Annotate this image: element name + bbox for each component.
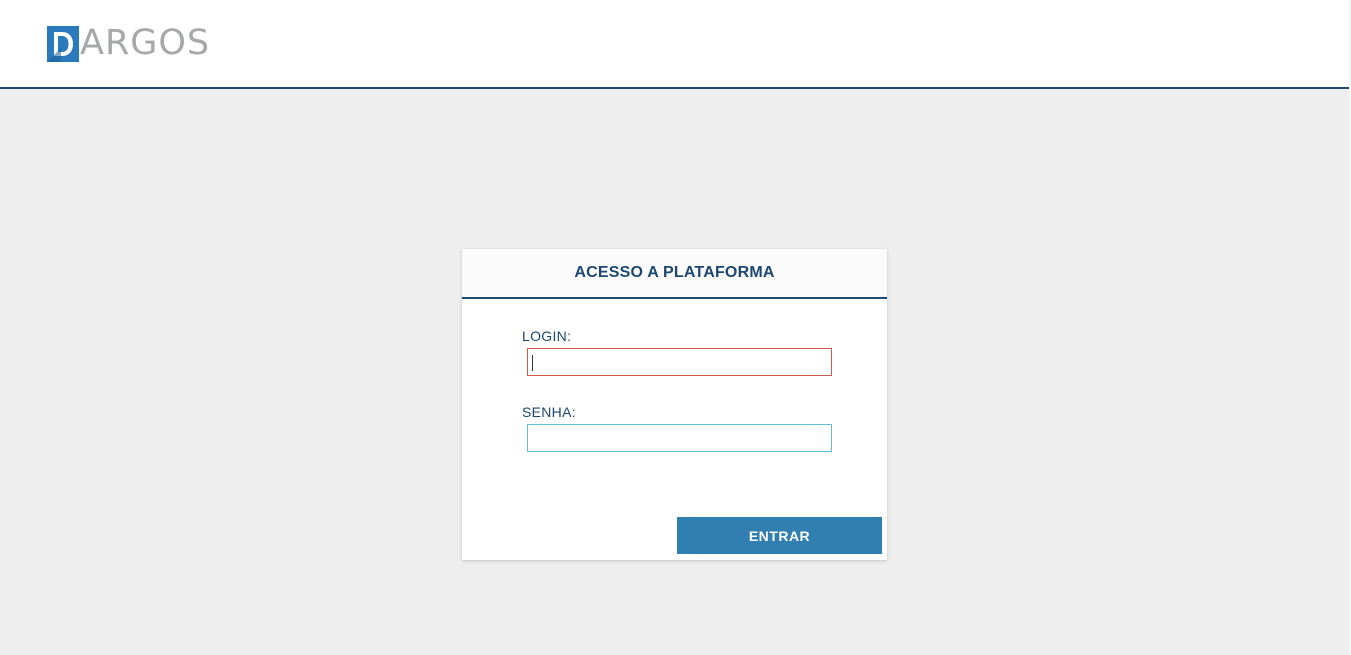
password-input[interactable] (527, 424, 832, 452)
dargos-logo[interactable]: ARGOS (47, 24, 210, 62)
logo-d-mark-icon (47, 26, 79, 62)
login-card-header: ACESSO A PLATAFORMA (462, 249, 887, 299)
login-label: LOGIN: (522, 328, 572, 344)
logo-text: ARGOS (80, 23, 211, 63)
login-card-title: ACESSO A PLATAFORMA (574, 264, 775, 281)
enter-button[interactable]: ENTRAR (677, 517, 882, 554)
top-header: ARGOS (0, 0, 1349, 89)
password-label: SENHA: (522, 404, 576, 420)
login-card: ACESSO A PLATAFORMA LOGIN: SENHA: ENTRAR (462, 249, 887, 560)
login-input[interactable] (527, 348, 832, 376)
text-caret (532, 355, 533, 371)
